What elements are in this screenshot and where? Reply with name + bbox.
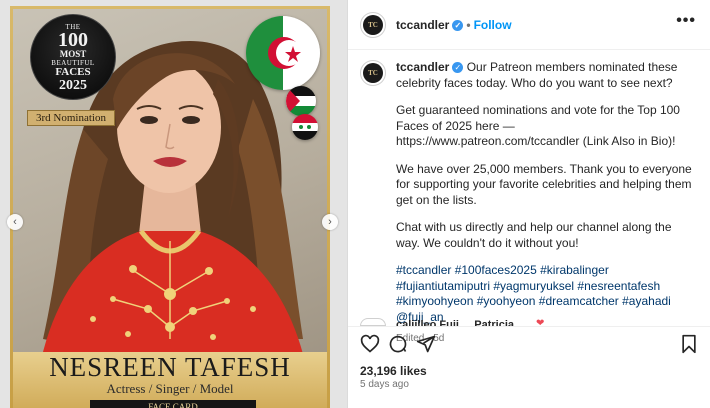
header-username-link[interactable]: tccandler [396, 18, 449, 32]
avatar-logo: TC [363, 15, 383, 35]
post-time[interactable]: 5 days ago [360, 379, 409, 390]
chevron-left-icon: ‹ [13, 216, 17, 228]
post-caption: tccandler ✓ Our Patreon members nominated… [396, 60, 696, 347]
palestine-flag-icon [286, 86, 316, 116]
post-sidebar: TC tccandler ✓ • Follow ••• TC tccandler ✓ O… [347, 0, 710, 408]
chevron-right-icon: › [328, 216, 332, 228]
caption-paragraph-2: Get guaranteed nominations and vote for … [396, 103, 680, 148]
next-slide-button[interactable]: › [322, 214, 338, 230]
actions-divider [348, 326, 710, 327]
verified-badge-icon: ✓ [452, 20, 464, 31]
separator-dot: • [466, 18, 471, 32]
comment-icon[interactable] [388, 334, 408, 354]
caption-paragraph-1: tccandler ✓ Our Patreon members nominated… [396, 60, 696, 91]
heart-icon[interactable] [360, 334, 380, 354]
post-header: tccandler ✓ • Follow [396, 18, 512, 32]
badge-faces: FACES [55, 66, 91, 78]
follow-button[interactable]: Follow [474, 18, 512, 32]
caption-username-link[interactable]: tccandler [396, 60, 449, 74]
header-divider [348, 49, 710, 50]
post-media[interactable]: THE 100 MOST BEAUTIFUL FACES 2025 3rd No… [0, 0, 347, 408]
algeria-flag-icon [246, 16, 320, 90]
caption-paragraph-3: We have over 25,000 members. Thank you t… [396, 161, 692, 207]
comment-avatar[interactable] [360, 318, 386, 326]
prev-slide-button[interactable]: ‹ [7, 214, 23, 230]
header-avatar[interactable]: TC [360, 12, 386, 38]
heart-icon: ❤ [536, 318, 545, 329]
celebrity-name: NESREEN TAFESH [49, 352, 291, 382]
comment-preview: caliilleo Fuji ... Patricia [396, 319, 514, 326]
caption-paragraph-4: Chat with us directly and help our chann… [396, 220, 672, 250]
share-icon[interactable] [416, 334, 436, 354]
verified-badge-icon: ✓ [452, 62, 464, 73]
badge-100: 100 [58, 29, 88, 51]
caption-avatar[interactable]: TC [360, 60, 386, 86]
bookmark-icon[interactable] [680, 334, 698, 354]
likes-count[interactable]: 23,196 likes [360, 364, 427, 378]
badge-most: MOST [59, 49, 87, 59]
action-bar [360, 334, 698, 356]
top-100-badge: THE 100 MOST BEAUTIFUL FACES 2025 [30, 14, 116, 100]
celebrity-roles: Actress / Singer / Model [106, 381, 234, 396]
badge-year: 2025 [59, 78, 87, 93]
nomination-card: THE 100 MOST BEAUTIFUL FACES 2025 3rd No… [10, 6, 330, 408]
more-options-icon[interactable]: ••• [676, 12, 696, 30]
face-card-label: FACE CARD [90, 400, 256, 408]
nomination-label: 3rd Nomination [27, 110, 115, 126]
syria-flag-icon [292, 114, 318, 140]
caption-hashtags[interactable]: #tccandler #100faces2025 #kirabalinger #… [396, 263, 696, 325]
avatar-logo: TC [363, 63, 383, 83]
